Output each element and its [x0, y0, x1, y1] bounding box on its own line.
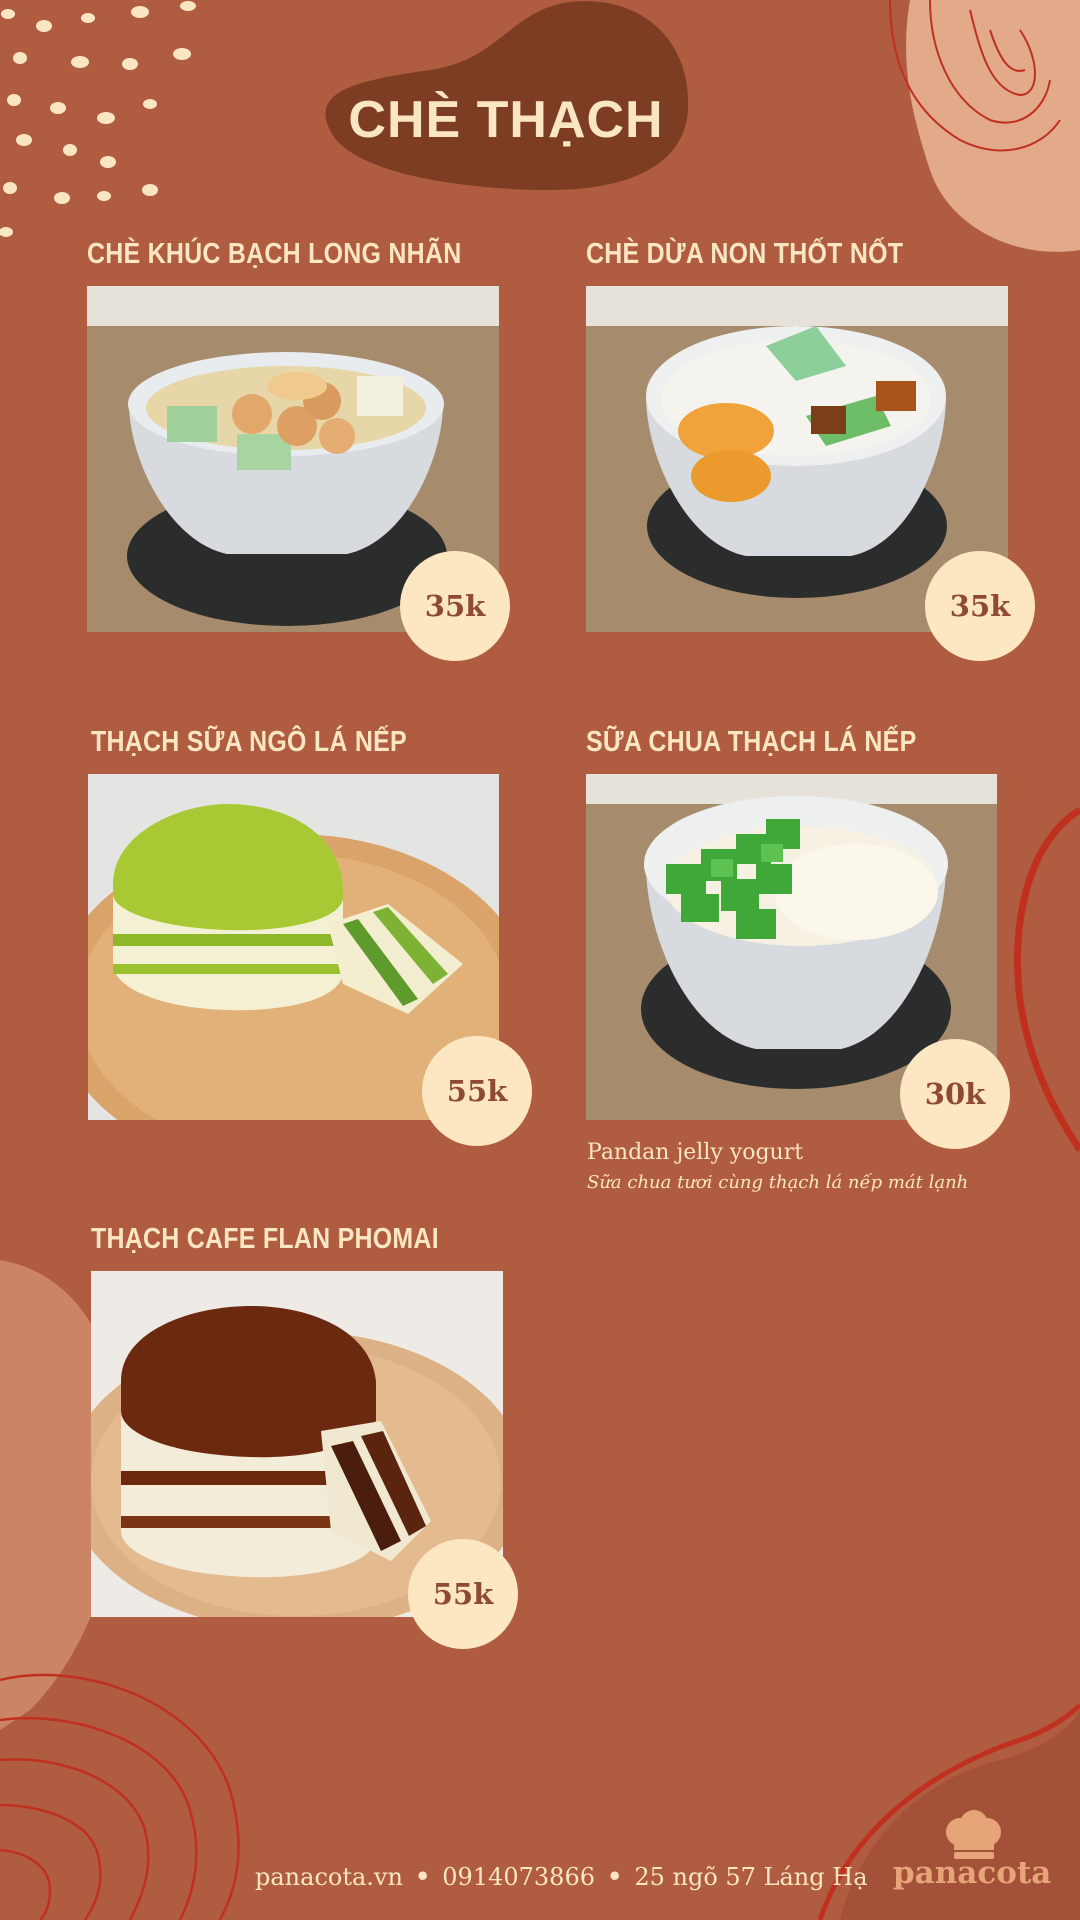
price-badge-5: 55k	[408, 1539, 518, 1649]
decor-topright-blob	[889, 0, 1080, 252]
item-title-2: CHÈ DỪA NON THỐT NỐT	[586, 238, 904, 270]
item-title-5: THẠCH CAFE FLAN PHOMAI	[91, 1223, 439, 1255]
price-badge-4: 30k	[900, 1039, 1010, 1149]
decor-dots	[0, 1, 196, 237]
footer-separator: •	[414, 1862, 431, 1891]
item-description-en: Pandan jelly yogurt	[587, 1140, 804, 1165]
decor-bottomleft-lines	[0, 1673, 240, 1920]
footer-phone[interactable]: 0914073866	[442, 1863, 595, 1891]
footer-contact: panacota.vn • 0914073866 • 25 ngõ 57 Láng Hạ	[255, 1862, 868, 1891]
item-title-4: SỮA CHUA THẠCH LÁ NẾP	[586, 726, 917, 758]
price-badge-3: 55k	[422, 1036, 532, 1146]
footer-website[interactable]: panacota.vn	[255, 1863, 403, 1891]
item-description-vi: Sữa chua tươi cùng thạch lá nếp mát lạnh	[587, 1172, 969, 1193]
item-title-1: CHÈ KHÚC BẠCH LONG NHÃN	[87, 238, 462, 270]
footer-address: 25 ngõ 57 Láng Hạ	[634, 1863, 868, 1891]
item-title-3: THẠCH SỮA NGÔ LÁ NẾP	[91, 726, 407, 758]
price-badge-2: 35k	[925, 551, 1035, 661]
page-title: CHÈ THẠCH	[348, 91, 664, 149]
price-badge-1: 35k	[400, 551, 510, 661]
chef-hat-icon	[946, 1810, 1001, 1859]
footer-separator: •	[606, 1862, 623, 1891]
brand-logo-text: panacota	[893, 1855, 1052, 1891]
